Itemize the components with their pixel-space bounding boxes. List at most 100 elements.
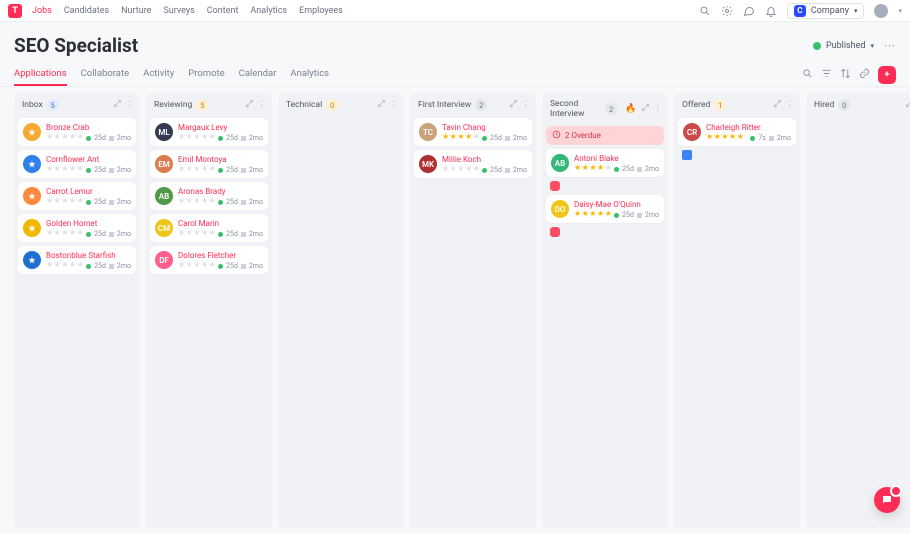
search-icon[interactable]	[699, 5, 711, 17]
card-time: 2mo	[117, 134, 131, 142]
chevron-down-icon: ▾	[854, 7, 858, 15]
status-dot-icon	[750, 136, 755, 141]
nav-links: Jobs Candidates Nurture Surveys Content …	[32, 6, 343, 16]
tab-promote[interactable]: Promote	[188, 63, 224, 86]
tab-analytics[interactable]: Analytics	[290, 63, 329, 86]
tab-applications[interactable]: Applications	[14, 63, 67, 86]
nav-content[interactable]: Content	[207, 6, 239, 16]
stage-icon	[109, 232, 114, 237]
tab-collaborate[interactable]: Collaborate	[81, 63, 130, 86]
tab-calendar[interactable]: Calendar	[239, 63, 277, 86]
chevron-down-icon[interactable]: ▾	[898, 7, 902, 15]
sort-icon[interactable]	[840, 68, 851, 82]
nav-jobs[interactable]: Jobs	[32, 6, 52, 16]
stage-icon	[241, 136, 246, 141]
link-icon[interactable]	[859, 68, 870, 82]
expand-icon[interactable]	[377, 99, 386, 111]
avatar: EM	[155, 155, 173, 173]
nav-employees[interactable]: Employees	[299, 6, 343, 16]
expand-icon[interactable]	[509, 99, 518, 111]
filter-icon[interactable]	[821, 68, 832, 82]
brand-logo[interactable]: T	[8, 4, 22, 18]
avatar: ★	[23, 187, 41, 205]
kanban-column: Reviewing5⋮MLMargaux Levy★★★★★25d2moEMEm…	[146, 93, 272, 528]
column-more-menu[interactable]: ⋮	[522, 100, 531, 110]
chat-fab[interactable]	[874, 487, 900, 513]
expand-icon[interactable]	[113, 99, 122, 111]
column-count: 2	[605, 103, 617, 115]
candidate-card[interactable]: ★Bronze Crab★★★★★25d2mo	[18, 118, 136, 146]
flag-icon[interactable]	[550, 227, 560, 237]
candidate-card[interactable]: MLMargaux Levy★★★★★25d2mo	[150, 118, 268, 146]
gear-icon[interactable]	[721, 5, 733, 17]
card-meta: 25d2mo	[218, 262, 263, 270]
candidate-card[interactable]: ★Bostonblue Starfish★★★★★25d2mo	[18, 246, 136, 274]
nav-analytics[interactable]: Analytics	[250, 6, 287, 16]
nav-surveys[interactable]: Surveys	[163, 6, 194, 16]
candidate-card[interactable]: CMCarol Marin★★★★★25d2mo	[150, 214, 268, 242]
expand-icon[interactable]	[905, 99, 910, 111]
top-nav: T Jobs Candidates Nurture Surveys Conten…	[0, 0, 910, 22]
card-age: 25d	[94, 166, 106, 174]
status-dot-icon	[218, 168, 223, 173]
company-icon: C	[794, 5, 806, 17]
candidate-card[interactable]: ABAntoni Blake★★★★★25d2mo	[546, 149, 664, 177]
bell-icon[interactable]	[765, 5, 777, 17]
column-more-menu[interactable]: ⋮	[126, 100, 135, 110]
user-avatar[interactable]	[874, 4, 888, 18]
candidate-card[interactable]: EMEmil Montoya★★★★★25d2mo	[150, 150, 268, 178]
expand-icon[interactable]	[773, 99, 782, 111]
candidate-card[interactable]: CRCharleigh Ritter★★★★★7s2mo	[678, 118, 796, 146]
status-dot-icon	[86, 200, 91, 205]
search-icon[interactable]	[802, 68, 813, 82]
more-menu[interactable]: ⋯	[884, 39, 896, 52]
column-more-menu[interactable]: ⋮	[258, 100, 267, 110]
status-dot-icon	[86, 264, 91, 269]
candidate-name: Bronze Crab	[46, 123, 131, 132]
stage-icon	[109, 136, 114, 141]
kanban-column: Offered1⋮CRCharleigh Ritter★★★★★7s2mo	[674, 93, 800, 528]
candidate-card[interactable]: ★Carrot Lemur★★★★★25d2mo	[18, 182, 136, 210]
card-meta: 25d2mo	[86, 134, 131, 142]
stage-icon	[241, 264, 246, 269]
card-age: 25d	[622, 165, 634, 173]
candidate-card[interactable]: ★Golden Hornet★★★★★25d2mo	[18, 214, 136, 242]
candidate-card[interactable]: ABAronas Brady★★★★★25d2mo	[150, 182, 268, 210]
card-age: 25d	[490, 166, 502, 174]
candidate-card[interactable]: TCTavin Chang★★★★★25d2mo	[414, 118, 532, 146]
stage-icon	[505, 136, 510, 141]
card-meta: 25d2mo	[86, 262, 131, 270]
avatar: ★	[23, 219, 41, 237]
chat-icon[interactable]	[743, 5, 755, 17]
column-more-menu[interactable]: ⋮	[390, 100, 399, 110]
expand-icon[interactable]	[641, 103, 650, 115]
candidate-card[interactable]: DODaisy-Mae O'Quinn★★★★★25d2mo	[546, 195, 664, 223]
card-time: 2mo	[249, 262, 263, 270]
status-dot-icon	[614, 213, 619, 218]
company-switcher[interactable]: C Company ▾	[787, 3, 865, 19]
candidate-card[interactable]: ★Cornflower Ant★★★★★25d2mo	[18, 150, 136, 178]
column-more-menu[interactable]: ⋮	[786, 100, 795, 110]
column-more-menu[interactable]: ⋮	[654, 104, 663, 114]
link-chip-icon[interactable]	[682, 150, 692, 160]
stage-icon	[109, 200, 114, 205]
add-button[interactable]: +	[878, 66, 896, 84]
column-header: Inbox5⋮	[18, 98, 136, 114]
card-meta: 25d2mo	[86, 198, 131, 206]
nav-candidates[interactable]: Candidates	[64, 6, 109, 16]
expand-icon[interactable]	[245, 99, 254, 111]
overdue-pill[interactable]: 2 Overdue	[546, 126, 664, 145]
column-header: First Interview2⋮	[414, 98, 532, 114]
nav-nurture[interactable]: Nurture	[121, 6, 151, 16]
avatar: ML	[155, 123, 173, 141]
candidate-card[interactable]: MKMillie Koch★★★★★25d2mo	[414, 150, 532, 178]
candidate-name: Charleigh Ritter	[706, 123, 791, 132]
avatar: ★	[23, 155, 41, 173]
candidate-card[interactable]: DFDolores Fletcher★★★★★25d2mo	[150, 246, 268, 274]
company-label: Company	[811, 6, 849, 16]
flag-icon[interactable]	[550, 181, 560, 191]
avatar: MK	[419, 155, 437, 173]
status-badge[interactable]: Published ▾	[813, 41, 874, 51]
tab-activity[interactable]: Activity	[143, 63, 174, 86]
stage-icon	[637, 213, 642, 218]
